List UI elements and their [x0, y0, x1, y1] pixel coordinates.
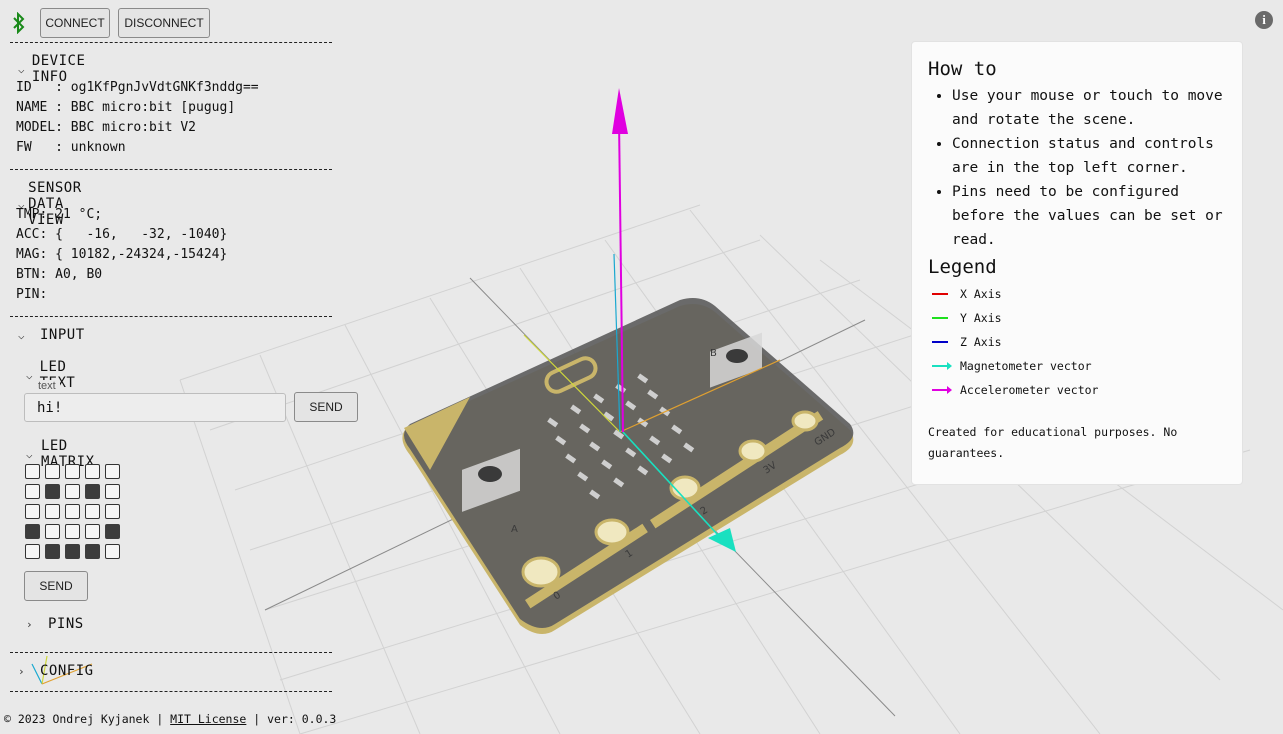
- legend-label: Accelerometer vector: [960, 383, 1099, 397]
- button-label-a: A: [511, 524, 518, 535]
- how-to-item: Use your mouse or touch to move and rota…: [952, 84, 1226, 132]
- config-title: CONFIG: [40, 663, 94, 679]
- led-text-field-label: text: [34, 380, 60, 392]
- legend-label: X Axis: [960, 287, 1002, 301]
- legend-label: Y Axis: [960, 311, 1002, 325]
- sensor-acc-row: ACC: { -16, -32, -1040}: [16, 227, 228, 242]
- legend-label: Z Axis: [960, 335, 1002, 349]
- led-cell[interactable]: [105, 484, 120, 499]
- led-cell[interactable]: [45, 464, 60, 479]
- led-text-input[interactable]: [24, 393, 286, 422]
- how-to-item: Connection status and controls are in th…: [952, 132, 1226, 180]
- legend-line-icon: [932, 317, 948, 319]
- legend-item: Y Axis: [928, 306, 1226, 330]
- legend-item: Magnetometer vector: [928, 354, 1226, 378]
- led-cell[interactable]: [65, 524, 80, 539]
- led-cell[interactable]: [25, 504, 40, 519]
- divider: [10, 316, 332, 317]
- chevron-right-icon: ›: [18, 664, 26, 678]
- legend-item: Accelerometer vector: [928, 378, 1226, 402]
- legend-list: X Axis Y Axis Z Axis Magnetometer vector Acc…: [928, 282, 1226, 402]
- led-cell[interactable]: [25, 524, 40, 539]
- led-cell[interactable]: [105, 464, 120, 479]
- divider: [10, 169, 332, 170]
- led-matrix-send-button[interactable]: SEND: [24, 571, 88, 601]
- legend-title: Legend: [928, 256, 997, 278]
- button-label-b: B: [710, 348, 717, 359]
- microbit-board: 0 1 2 3V GND A B: [402, 298, 854, 634]
- chevron-right-icon: ›: [26, 617, 34, 631]
- legend-arrow-icon: [932, 362, 952, 370]
- led-cell[interactable]: [45, 544, 60, 559]
- license-link[interactable]: MIT License: [170, 712, 246, 726]
- led-cell[interactable]: [25, 484, 40, 499]
- chevron-down-icon: ⌵: [18, 328, 26, 342]
- led-cell[interactable]: [85, 484, 100, 499]
- chevron-down-icon: ⌵: [18, 62, 26, 76]
- sensor-pin-row: PIN:: [16, 287, 48, 302]
- device-name-row: NAME : BBC micro:bit [pugug]: [16, 100, 236, 115]
- footer-version: | ver: 0.0.3: [246, 712, 337, 726]
- input-title: INPUT: [40, 327, 85, 343]
- device-fw-row: FW : unknown: [16, 140, 126, 155]
- led-cell[interactable]: [85, 504, 100, 519]
- led-cell[interactable]: [85, 544, 100, 559]
- device-model-row: MODEL: BBC micro:bit V2: [16, 120, 197, 135]
- legend-arrow-icon: [932, 386, 952, 394]
- legend-label: Magnetometer vector: [960, 359, 1092, 373]
- chevron-down-icon: ⌵: [26, 447, 34, 461]
- how-to-panel: How to Use your mouse or touch to move a…: [911, 41, 1243, 485]
- led-cell[interactable]: [25, 544, 40, 559]
- disconnect-button[interactable]: DISCONNECT: [118, 8, 210, 38]
- led-cell[interactable]: [105, 544, 120, 559]
- legend-item: X Axis: [928, 282, 1226, 306]
- config-toggle[interactable]: › CONFIG: [18, 663, 94, 679]
- led-cell[interactable]: [65, 544, 80, 559]
- led-text-send-button[interactable]: SEND: [294, 392, 358, 422]
- how-to-list: Use your mouse or touch to move and rota…: [928, 84, 1226, 252]
- legend-line-icon: [932, 341, 948, 343]
- led-cell[interactable]: [25, 464, 40, 479]
- led-cell[interactable]: [45, 524, 60, 539]
- connect-button[interactable]: CONNECT: [40, 8, 110, 38]
- led-cell[interactable]: [65, 504, 80, 519]
- device-id-row: ID : og1KfPgnJvVdtGNKf3nddg==: [16, 80, 259, 95]
- led-cell[interactable]: [45, 504, 60, 519]
- footer-copyright: © 2023 Ondrej Kyjanek |: [4, 712, 171, 726]
- legend-item: Z Axis: [928, 330, 1226, 354]
- sensor-btn-row: BTN: A0, B0: [16, 267, 103, 282]
- divider: [10, 691, 332, 692]
- led-cell[interactable]: [85, 524, 100, 539]
- led-cell[interactable]: [105, 504, 120, 519]
- info-icon[interactable]: i: [1255, 11, 1273, 29]
- input-toggle[interactable]: ⌵ INPUT: [18, 327, 85, 343]
- led-cell[interactable]: [45, 484, 60, 499]
- divider: [10, 42, 332, 43]
- sensor-mag-row: MAG: { 10182,-24324,-15424}: [16, 247, 228, 262]
- pins-toggle[interactable]: › PINS: [26, 616, 84, 632]
- how-to-item: Pins need to be configured before the va…: [952, 180, 1226, 252]
- how-to-title: How to: [928, 58, 997, 80]
- led-cell[interactable]: [85, 464, 100, 479]
- pins-title: PINS: [48, 616, 84, 632]
- led-cell[interactable]: [65, 464, 80, 479]
- footer: © 2023 Ondrej Kyjanek | MIT License | ve…: [4, 712, 336, 726]
- sensor-tmp-row: TMP: 21 °C;: [16, 207, 103, 222]
- led-cell[interactable]: [105, 524, 120, 539]
- legend-line-icon: [932, 293, 948, 295]
- disclaimer-note: Created for educational purposes. No gua…: [928, 425, 1178, 460]
- led-cell[interactable]: [65, 484, 80, 499]
- divider: [10, 652, 332, 653]
- bluetooth-icon: [13, 12, 25, 34]
